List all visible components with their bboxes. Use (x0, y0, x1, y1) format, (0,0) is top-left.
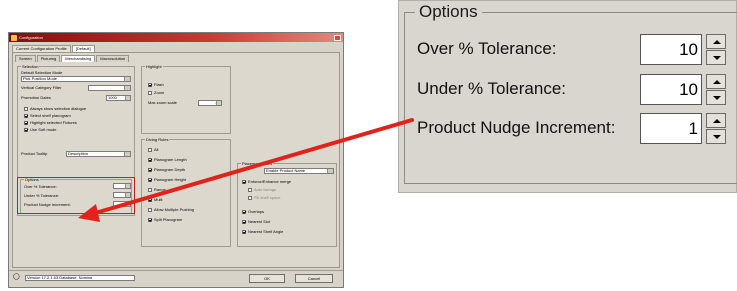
callout-arrow-icon (78, 118, 414, 222)
